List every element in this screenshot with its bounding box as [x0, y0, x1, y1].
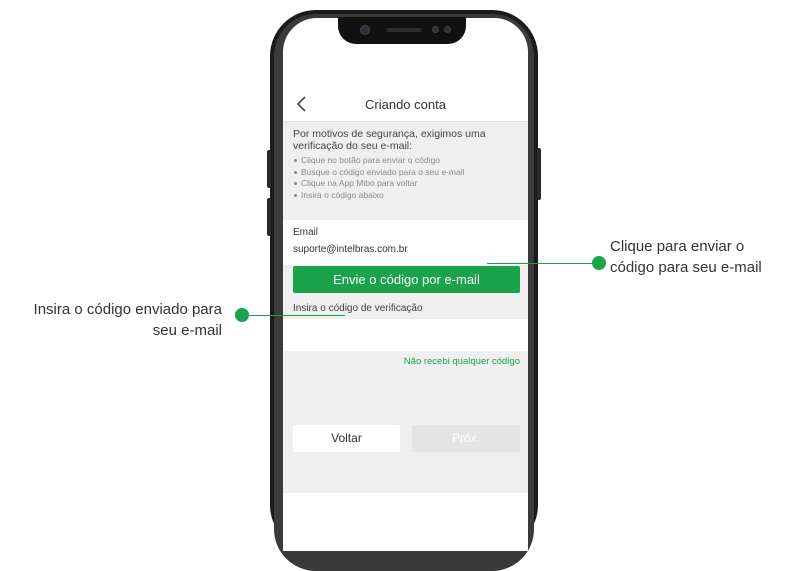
side-button-power: [537, 148, 541, 200]
list-item-text: Insira o código abaixo: [301, 189, 384, 200]
email-value: suporte@intelbras.com.br: [293, 244, 408, 255]
email-label: Email: [293, 227, 319, 238]
bullet-icon: [294, 170, 297, 174]
verification-code-input[interactable]: [283, 319, 528, 351]
nav-bar: Criando conta: [283, 88, 528, 122]
callout-send-line2: código para seu e-mail: [610, 259, 762, 276]
info-heading: Por motivos de segurança, exigimos uma v…: [293, 128, 486, 152]
bullet-icon: [294, 193, 297, 197]
page-title: Criando conta: [365, 97, 446, 112]
instruction-list: Clique no botão para enviar o código Bus…: [293, 155, 521, 201]
callout-code-line2: seu e-mail: [152, 322, 222, 339]
front-camera-icon: [360, 25, 370, 35]
side-button-volume: [267, 198, 271, 236]
screen-bottom-area: [283, 493, 528, 551]
verification-info: Por motivos de segurança, exigimos uma v…: [293, 128, 521, 201]
callout-dot-send: [592, 256, 606, 270]
list-item-text: Clique no botão para enviar o código: [301, 155, 440, 165]
sensor-icon: [432, 26, 439, 33]
callout-code-text: Insira o código enviado para seu e-mail: [0, 299, 222, 341]
callout-dot-code: [235, 308, 249, 322]
send-code-button[interactable]: Envie o código por e-mail: [293, 266, 520, 293]
bullet-icon: [294, 159, 297, 162]
phone-notch: [338, 17, 466, 44]
side-button-mute: [267, 150, 271, 188]
list-item: Clique no botão para enviar o código: [293, 155, 521, 167]
callout-send-line1: Clique para enviar o: [610, 238, 745, 255]
list-item: Clique na App Mibo para voltar: [293, 178, 521, 190]
callout-code-line1: Insira o código enviado para: [33, 301, 222, 318]
back-button[interactable]: Voltar: [293, 425, 400, 452]
list-item-text: Clique na App Mibo para voltar: [301, 178, 418, 188]
app-screen: Criando conta Por motivos de segurança, …: [283, 88, 528, 493]
list-item-text: Busque o código enviado para o seu e-mai…: [301, 166, 465, 177]
email-section: Email suporte@intelbras.com.br: [283, 220, 528, 265]
callout-line-send: [487, 263, 599, 264]
no-code-link[interactable]: Não recebi qualquer código: [404, 356, 520, 367]
bullet-icon: [294, 182, 297, 185]
next-button[interactable]: Próx.: [412, 425, 520, 452]
sensor-icon: [444, 26, 451, 33]
list-item: Busque o código enviado para o seu e-mai…: [293, 167, 521, 179]
list-item: Insira o código abaixo: [293, 190, 521, 202]
callout-send-text: Clique para enviar o código para seu e-m…: [610, 236, 762, 278]
code-label: Insira o código de verificação: [293, 303, 423, 314]
callout-line-code: [240, 315, 345, 316]
speaker-icon: [386, 28, 422, 32]
